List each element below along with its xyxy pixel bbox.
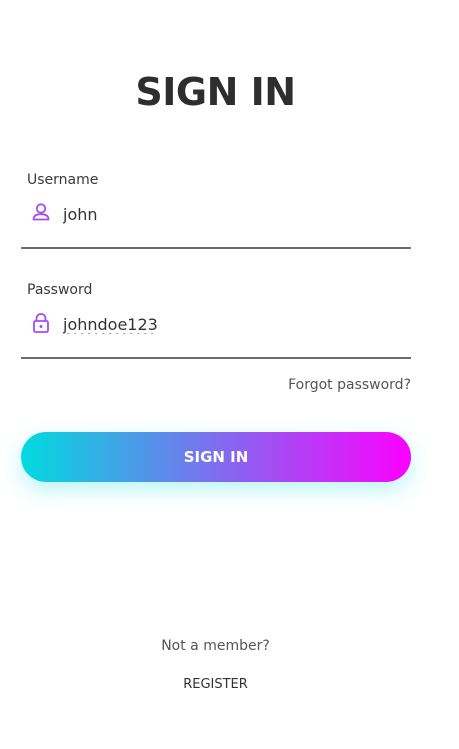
register-link[interactable]: REGISTER [0, 677, 431, 692]
sign-in-button[interactable]: SIGN IN [21, 432, 411, 482]
username-row [21, 188, 411, 249]
forgot-password-link[interactable]: Forgot password? [288, 377, 411, 393]
user-icon [31, 202, 51, 224]
password-row [21, 298, 411, 359]
password-input[interactable] [63, 310, 393, 338]
not-member-text: Not a member? [161, 638, 270, 654]
password-field: Password [21, 282, 411, 359]
lock-icon [31, 312, 51, 334]
username-input[interactable] [63, 200, 393, 228]
username-label: Username [27, 172, 99, 188]
username-field: Username [21, 172, 411, 249]
password-label: Password [27, 282, 93, 298]
login-page: SIGN IN Username Password [0, 0, 459, 749]
page-title: SIGN IN [135, 70, 296, 114]
